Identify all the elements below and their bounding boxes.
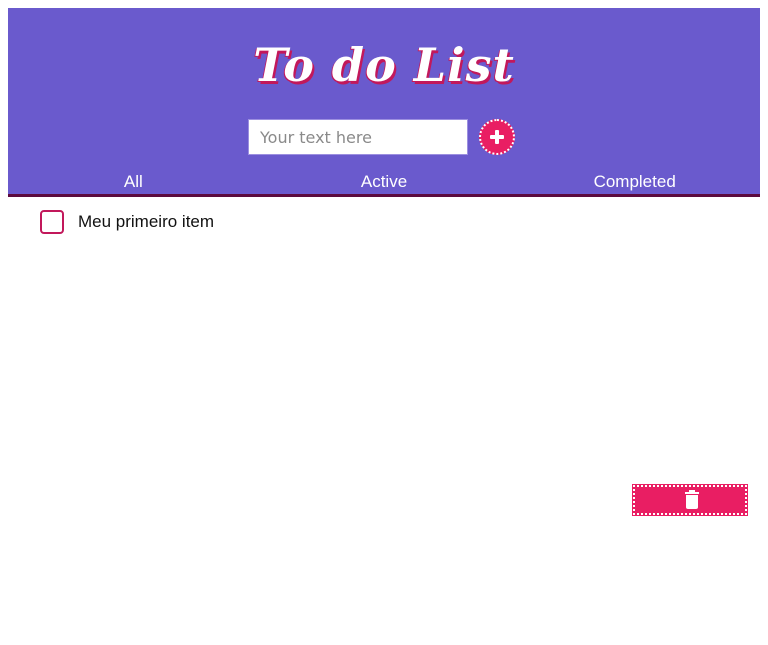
todo-app: To do List All Active Completed bbox=[8, 8, 760, 197]
add-item-row bbox=[248, 119, 515, 155]
app-header: To do List All Active Completed bbox=[8, 8, 760, 197]
new-item-input[interactable] bbox=[248, 119, 468, 155]
todo-list: Meu primeiro item bbox=[40, 210, 214, 234]
trash-icon bbox=[685, 490, 699, 509]
tab-completed[interactable]: Completed bbox=[509, 172, 760, 192]
tab-active[interactable]: Active bbox=[259, 172, 510, 192]
list-item: Meu primeiro item bbox=[40, 210, 214, 234]
add-item-button[interactable] bbox=[479, 119, 515, 155]
delete-button[interactable] bbox=[632, 484, 748, 516]
item-label: Meu primeiro item bbox=[78, 212, 215, 231]
filter-tabs: All Active Completed bbox=[8, 172, 760, 192]
item-checkbox[interactable] bbox=[40, 210, 64, 234]
app-title: To do List bbox=[253, 38, 515, 92]
tab-all[interactable]: All bbox=[8, 172, 259, 192]
